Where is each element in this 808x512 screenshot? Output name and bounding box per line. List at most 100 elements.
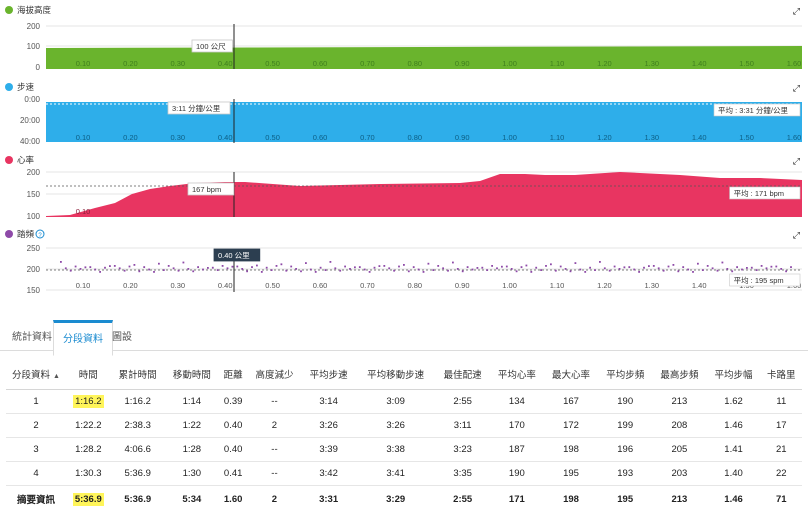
cadence-data-point xyxy=(60,261,62,263)
pace-x-tick-label: 0.30 xyxy=(170,133,185,142)
cadence-data-point xyxy=(315,271,317,273)
cadence-data-point xyxy=(589,267,591,269)
col-header[interactable]: 最高步頻 xyxy=(652,359,706,390)
cadence-y-tick-label: 150 xyxy=(27,286,41,295)
table-cell: 1:16.2 xyxy=(66,390,111,414)
col-header[interactable]: 最佳配速 xyxy=(436,359,490,390)
col-header[interactable]: 時間 xyxy=(66,359,111,390)
table-cell: 203 xyxy=(652,462,706,486)
cadence-data-point xyxy=(496,267,498,269)
cadence-data-point xyxy=(722,262,724,264)
table-cell: 190 xyxy=(490,462,544,486)
cadence-data-point xyxy=(766,267,768,269)
pace-x-tick-label: 0.90 xyxy=(455,133,470,142)
table-cell: 170 xyxy=(490,414,544,438)
cadence-data-point xyxy=(741,269,743,271)
table-cell: 22 xyxy=(761,462,802,486)
table-cell: 213 xyxy=(652,390,706,414)
col-header[interactable]: 最大心率 xyxy=(544,359,598,390)
pace-x-tick-label: 0.10 xyxy=(76,133,91,142)
pace-x-tick-label: 1.20 xyxy=(597,133,612,142)
cadence-x-tick-label: 0.70 xyxy=(360,281,375,290)
pace-title: 步速 xyxy=(17,82,35,92)
cadence-data-point xyxy=(232,266,234,268)
elevation-x-tick-label: 0.30 xyxy=(170,59,185,68)
table-cell: 3:11 xyxy=(436,414,490,438)
cadence-data-point xyxy=(285,270,287,272)
cadence-data-point xyxy=(80,268,82,270)
cadence-data-point xyxy=(614,266,616,268)
table-cell: 1 xyxy=(6,390,66,414)
table-row: 1 1:16.2 1:16.2 1:14 0.39 -- 3:14 3:09 2… xyxy=(6,390,802,414)
col-header[interactable]: 平均心率 xyxy=(490,359,544,390)
cadence-data-point xyxy=(334,267,336,269)
col-header[interactable]: 距離 xyxy=(219,359,247,390)
table-cell: 17 xyxy=(761,414,802,438)
cadence-data-point xyxy=(207,267,209,269)
cadence-data-point xyxy=(413,266,415,268)
cadence-data-point xyxy=(790,266,792,268)
cadence-data-point xyxy=(442,267,444,269)
cadence-data-point xyxy=(344,266,346,268)
cadence-data-point xyxy=(168,265,170,267)
tab-graphs[interactable]: 圖設 xyxy=(112,328,132,343)
col-header[interactable]: 分段資料▲ xyxy=(6,359,66,390)
cadence-title: 踏頻 xyxy=(17,229,35,239)
col-header[interactable]: 平均步幅 xyxy=(706,359,760,390)
table-cell: 1:28 xyxy=(165,438,219,462)
elevation-area xyxy=(46,46,802,69)
elevation-y-tick-label: 0 xyxy=(36,63,41,72)
table-cell: 5:36.9 xyxy=(111,462,165,486)
cadence-data-point xyxy=(467,266,469,268)
heart-rate-y-tick-label: 100 xyxy=(27,212,41,221)
heart-rate-avg-label: 平均 : 171 bpm xyxy=(734,188,784,198)
elevation-title: 海拔高度 xyxy=(17,5,52,15)
cadence-data-point xyxy=(643,267,645,269)
pace-x-tick-label: 0.80 xyxy=(407,133,422,142)
col-header[interactable]: 平均步頻 xyxy=(598,359,652,390)
sort-asc-icon[interactable]: ▲ xyxy=(53,373,60,380)
cadence-data-point xyxy=(271,269,273,271)
cadence-data-point xyxy=(604,267,606,269)
cadence-data-point xyxy=(325,269,327,271)
heart-rate-expand-icon: ⤢ xyxy=(792,156,800,166)
heart-rate-hover-label: 167 bpm xyxy=(192,185,221,194)
col-header[interactable]: 平均步速 xyxy=(302,359,356,390)
tab-laps[interactable]: 分段資料 xyxy=(53,320,113,356)
cadence-x-tick-label: 0.40 xyxy=(218,281,233,290)
cadence-data-point xyxy=(775,266,777,268)
tab-stats[interactable]: 統計資料 xyxy=(12,328,52,343)
elevation-expand-icon: ⤢ xyxy=(792,6,800,16)
elevation-x-tick-label: 1.50 xyxy=(739,59,754,68)
col-header[interactable]: 平均移動步速 xyxy=(356,359,436,390)
elevation-x-tick-label: 1.60 xyxy=(787,59,802,68)
cadence-data-point xyxy=(472,269,474,271)
col-header[interactable]: 卡路里 xyxy=(761,359,802,390)
table-cell: 1:30 xyxy=(165,462,219,486)
cadence-data-point xyxy=(364,269,366,271)
cadence-data-point xyxy=(702,269,704,271)
cadence-data-point xyxy=(491,265,493,267)
elevation-x-tick-label: 0.80 xyxy=(407,59,422,68)
cadence-data-point xyxy=(624,266,626,268)
table-cell: 4 xyxy=(6,462,66,486)
pace-legend-dot-icon xyxy=(5,83,13,91)
summary-row: 摘要資訊 5:36.9 5:36.9 5:34 1.60 2 3:31 3:29… xyxy=(6,486,802,512)
cadence-data-point xyxy=(682,266,684,268)
col-header[interactable]: 累計時間 xyxy=(111,359,165,390)
col-header[interactable]: 移動時間 xyxy=(165,359,219,390)
table-cell: 1.60 xyxy=(219,486,247,512)
cadence-data-point xyxy=(530,271,532,273)
table-cell: 3:39 xyxy=(302,438,356,462)
cadence-data-point xyxy=(535,267,537,269)
charts-svg[interactable]: 海拔高度⤢20010000.100.200.300.400.500.600.70… xyxy=(0,0,808,322)
col-header[interactable]: 高度減少 xyxy=(247,359,301,390)
cadence-data-point xyxy=(570,270,572,272)
pace-expand-icon: ⤢ xyxy=(792,83,800,93)
table-cell: 134 xyxy=(490,390,544,414)
cadence-data-point xyxy=(383,265,385,267)
highlighted-value: 5:36.9 xyxy=(73,493,104,506)
table-cell: 2 xyxy=(247,414,301,438)
table-cell: 2:38.3 xyxy=(111,414,165,438)
cadence-x-tick-label: 0.10 xyxy=(76,281,91,290)
